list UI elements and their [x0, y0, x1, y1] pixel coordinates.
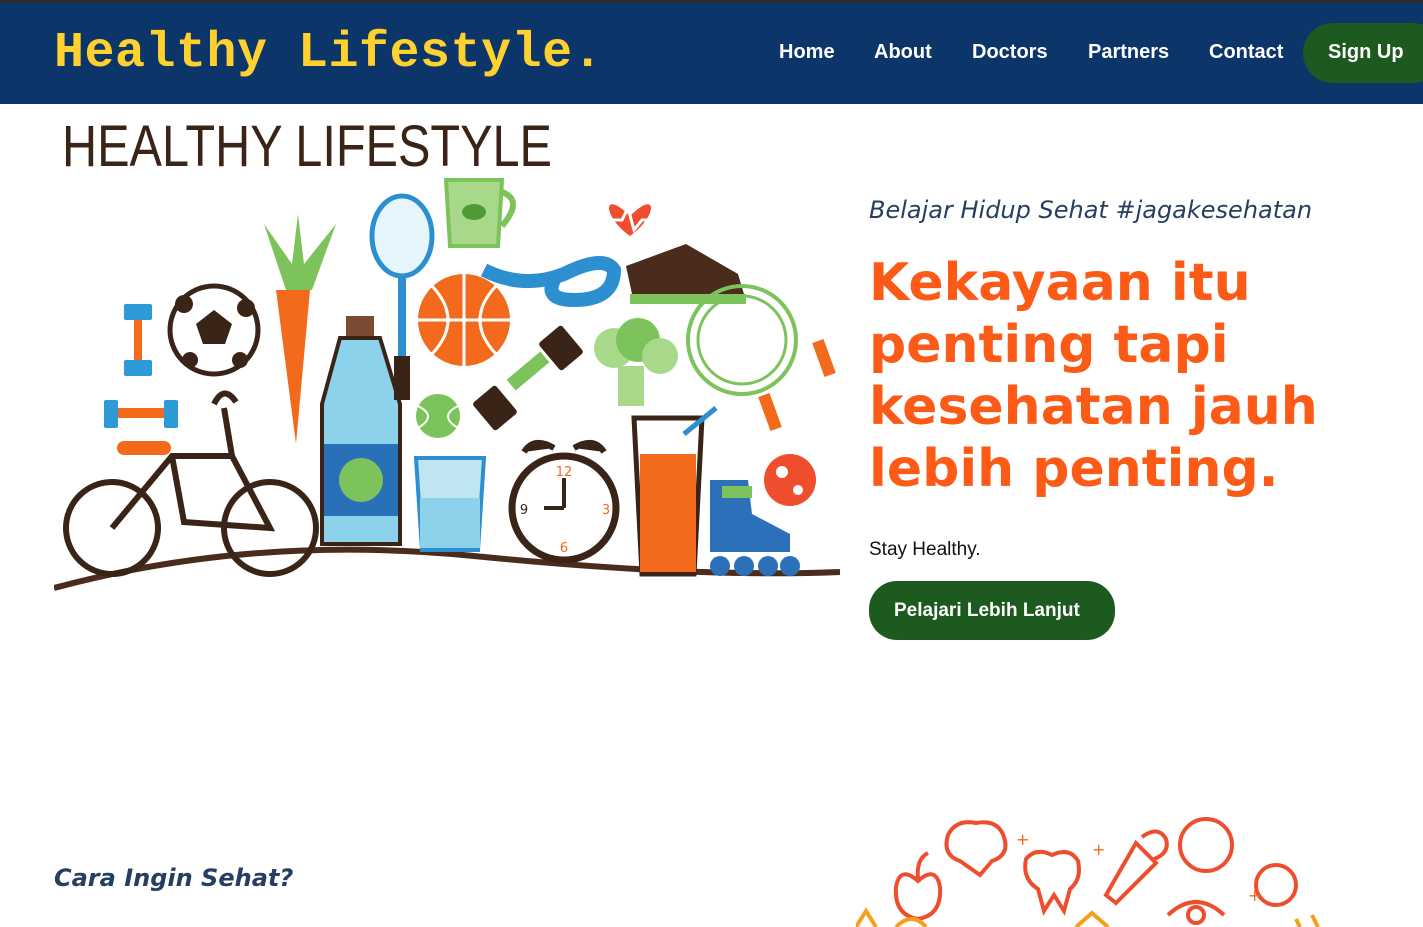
broccoli-icon — [594, 318, 678, 406]
brain-icon — [944, 820, 1008, 878]
racket-icon — [1103, 829, 1169, 906]
navbar: Healthy Lifestyle. Home About Doctors Pa… — [0, 3, 1423, 104]
hero-headline: Kekayaan itu penting tapi kesehatan jauh… — [869, 253, 1318, 499]
nav-contact[interactable]: Contact — [1209, 41, 1283, 64]
water-glass-icon — [413, 456, 487, 552]
water-bottle-icon — [320, 316, 402, 546]
tennis-ball-icon — [416, 394, 460, 438]
juice-glass-icon — [631, 406, 718, 577]
basketball-icon — [418, 274, 510, 366]
measuring-tape-icon — [480, 256, 622, 308]
health-icons-illustration: + + + — [856, 817, 1320, 927]
nav-partners[interactable]: Partners — [1088, 41, 1169, 64]
nav-about[interactable]: About — [874, 41, 932, 64]
dumbbell-icon — [124, 304, 152, 376]
svg-text:+: + — [1248, 886, 1261, 905]
apple-icon — [893, 851, 943, 922]
illustration-caption: HEALTHY LIFESTYLE — [62, 114, 552, 179]
section-title: Cara Ingin Sehat? — [54, 864, 294, 892]
sport-ball-icon — [1178, 817, 1234, 873]
heart-rate-icon — [609, 203, 652, 236]
alarm-clock-icon: 12 3 6 9 — [508, 439, 620, 564]
svg-text:+: + — [1092, 840, 1105, 859]
signup-button[interactable]: Sign Up — [1303, 23, 1423, 83]
tooth-icon — [1023, 849, 1081, 916]
learn-more-button[interactable]: Pelajari Lebih Lanjut — [869, 581, 1115, 640]
hero-tagline: Belajar Hidup Sehat #jagakesehatan — [869, 196, 1313, 224]
healthy-lifestyle-illustration: HEALTHY LIFESTYLE 12 3 6 9 — [54, 114, 841, 591]
hero-subtext: Stay Healthy. — [869, 539, 981, 560]
svg-text:6: 6 — [560, 541, 568, 556]
dumbbell-icon — [104, 400, 178, 428]
meat-icon — [764, 454, 816, 506]
svg-text:12: 12 — [556, 465, 573, 480]
stopwatch-icon — [1254, 863, 1298, 907]
nav-home[interactable]: Home — [779, 41, 835, 64]
jump-rope-icon — [686, 284, 836, 431]
soccer-ball-icon — [167, 283, 261, 377]
svg-text:+: + — [1016, 830, 1029, 849]
svg-text:3: 3 — [602, 503, 610, 518]
brand-logo[interactable]: Healthy Lifestyle. — [54, 25, 603, 82]
tea-cup-icon — [443, 178, 516, 248]
svg-text:9: 9 — [520, 503, 528, 518]
bicycle-icon — [63, 390, 319, 577]
nav-doctors[interactable]: Doctors — [972, 41, 1048, 64]
sneaker-icon — [626, 244, 746, 304]
